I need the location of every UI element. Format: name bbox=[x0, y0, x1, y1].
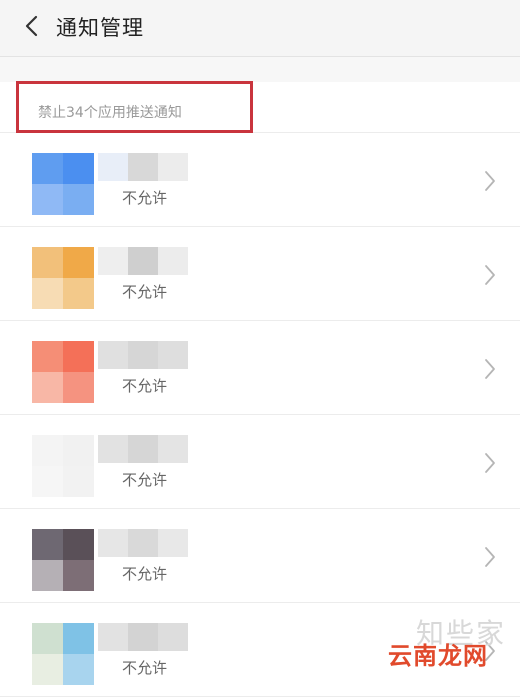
app-name-pixelated bbox=[98, 153, 188, 181]
app-icon-tile bbox=[63, 466, 94, 497]
app-name-block bbox=[98, 529, 128, 557]
app-icon-tile bbox=[32, 560, 63, 591]
chevron-right-icon bbox=[485, 265, 495, 285]
app-row[interactable]: 不允许 bbox=[0, 415, 520, 509]
app-notification-status: 不允许 bbox=[122, 471, 168, 489]
app-icon-tile bbox=[32, 623, 63, 654]
section-spacer bbox=[0, 57, 520, 82]
app-name-block bbox=[158, 529, 188, 557]
chevron-right-icon bbox=[485, 359, 495, 379]
app-icon-tile bbox=[63, 654, 94, 685]
app-name-block bbox=[128, 153, 158, 181]
app-notification-status: 不允许 bbox=[122, 377, 168, 395]
app-row[interactable]: 不允许 bbox=[0, 321, 520, 415]
app-icon-tile bbox=[63, 372, 94, 403]
app-name-block bbox=[158, 153, 188, 181]
app-name-block bbox=[98, 247, 128, 275]
app-name-pixelated bbox=[98, 623, 188, 651]
app-name-block bbox=[128, 435, 158, 463]
chevron-right-icon bbox=[485, 453, 495, 473]
app-name-block bbox=[158, 623, 188, 651]
app-icon-tile bbox=[32, 247, 63, 278]
app-icon-tile bbox=[32, 184, 63, 215]
app-name-block bbox=[98, 623, 128, 651]
page-title: 通知管理 bbox=[56, 16, 144, 40]
app-row[interactable]: 不允许 bbox=[0, 133, 520, 227]
app-icon-tile bbox=[63, 278, 94, 309]
app-notification-status: 不允许 bbox=[122, 283, 168, 301]
app-name-block bbox=[128, 623, 158, 651]
app-name-pixelated bbox=[98, 341, 188, 369]
app-row[interactable]: 不允许 bbox=[0, 227, 520, 321]
app-icon-tile bbox=[63, 184, 94, 215]
app-name-pixelated bbox=[98, 247, 188, 275]
app-icon bbox=[32, 341, 94, 403]
app-name-block bbox=[98, 341, 128, 369]
app-name-pixelated bbox=[98, 435, 188, 463]
app-icon-tile bbox=[63, 153, 94, 184]
app-name-block bbox=[98, 153, 128, 181]
app-icon-tile bbox=[32, 372, 63, 403]
app-name-block bbox=[158, 435, 188, 463]
app-notification-status: 不允许 bbox=[122, 565, 168, 583]
app-icon-tile bbox=[32, 278, 63, 309]
app-icon-tile bbox=[63, 247, 94, 278]
app-icon-tile bbox=[63, 435, 94, 466]
app-icon-tile bbox=[32, 654, 63, 685]
app-icon-tile bbox=[32, 466, 63, 497]
highlight-annotation-box bbox=[16, 81, 253, 133]
app-icon bbox=[32, 623, 94, 685]
app-icon bbox=[32, 529, 94, 591]
app-icon-tile bbox=[63, 341, 94, 372]
app-notification-status: 不允许 bbox=[122, 659, 168, 677]
app-name-block bbox=[128, 247, 158, 275]
app-icon-tile bbox=[32, 341, 63, 372]
app-name-block bbox=[128, 529, 158, 557]
app-icon bbox=[32, 435, 94, 497]
watermark-main-text: 云南龙网 bbox=[388, 642, 488, 670]
app-icon-tile bbox=[32, 529, 63, 560]
app-icon bbox=[32, 153, 94, 215]
chevron-right-icon bbox=[485, 171, 495, 191]
header-bar: 通知管理 bbox=[0, 0, 520, 57]
chevron-right-icon bbox=[485, 547, 495, 567]
chevron-left-icon[interactable] bbox=[22, 14, 40, 38]
app-name-pixelated bbox=[98, 529, 188, 557]
app-icon-tile bbox=[63, 529, 94, 560]
app-name-block bbox=[158, 247, 188, 275]
app-row[interactable]: 不允许 bbox=[0, 509, 520, 603]
app-name-block bbox=[158, 341, 188, 369]
app-notification-status: 不允许 bbox=[122, 189, 168, 207]
app-icon bbox=[32, 247, 94, 309]
app-icon-tile bbox=[32, 435, 63, 466]
app-icon-tile bbox=[63, 560, 94, 591]
app-icon-tile bbox=[63, 623, 94, 654]
app-icon-tile bbox=[32, 153, 63, 184]
watermark: 知些家 云南龙网 bbox=[380, 612, 520, 674]
app-name-block bbox=[128, 341, 158, 369]
app-name-block bbox=[98, 435, 128, 463]
